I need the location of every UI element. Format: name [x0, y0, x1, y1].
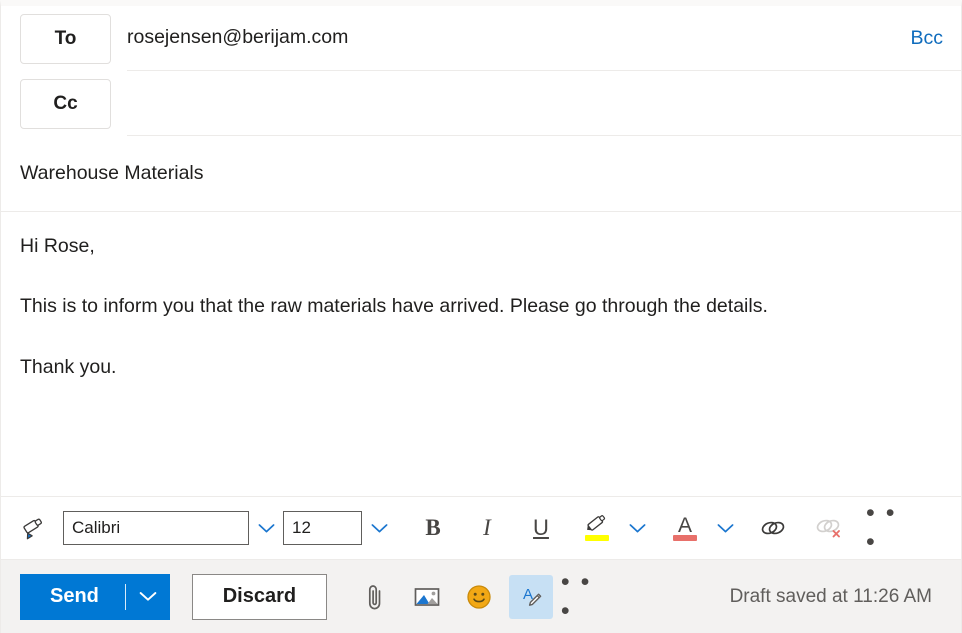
font-color-icon[interactable]: A: [662, 508, 708, 548]
font-color-chevron-down-icon[interactable]: [708, 511, 742, 545]
emoji-smiley-icon[interactable]: [457, 575, 501, 619]
action-bar: Send Discard A • • • Draft saved at 11:2…: [1, 559, 961, 633]
recipient-fields: To rosejensen@berijam.com Bcc Cc: [1, 6, 961, 136]
send-button-group: Send: [20, 573, 170, 620]
send-options-chevron-down-icon[interactable]: [126, 574, 170, 620]
compose-window: To rosejensen@berijam.com Bcc Cc Warehou…: [0, 0, 962, 633]
to-field-wrapper[interactable]: rosejensen@berijam.com Bcc: [127, 6, 961, 71]
highlight-icon[interactable]: [574, 508, 620, 548]
paperclip-icon[interactable]: [353, 575, 397, 619]
highlight-chevron-down-icon[interactable]: [620, 511, 654, 545]
cc-field-wrapper[interactable]: [127, 71, 961, 136]
body-paragraph: Thank you.: [20, 355, 117, 378]
highlight-color-swatch: [585, 535, 609, 541]
more-options-button[interactable]: • • •: [561, 568, 605, 625]
font-color-swatch: [673, 535, 697, 541]
insert-picture-icon[interactable]: [405, 575, 449, 619]
to-input[interactable]: rosejensen@berijam.com: [127, 26, 898, 49]
font-name-value: Calibri: [72, 518, 121, 537]
send-divider: [124, 583, 126, 610]
message-body[interactable]: Hi Rose, This is to inform you that the …: [1, 212, 961, 497]
remove-link-icon: [806, 508, 852, 548]
bcc-link[interactable]: Bcc: [898, 27, 943, 50]
font-name-chevron-down-icon[interactable]: [249, 511, 283, 545]
to-button[interactable]: To: [20, 13, 111, 64]
attachment-tools: A • • •: [353, 568, 605, 625]
body-paragraph: This is to inform you that the raw mater…: [20, 295, 768, 318]
formatting-toolbar: Calibri 12 B I U A • • •: [1, 497, 961, 559]
cc-row: Cc: [20, 71, 961, 136]
format-painter-icon[interactable]: [15, 509, 57, 547]
body-paragraph: Hi Rose,: [20, 235, 95, 257]
formatting-options-icon[interactable]: A: [508, 574, 553, 619]
font-color-glyph: A: [677, 513, 692, 537]
to-row: To rosejensen@berijam.com Bcc: [20, 6, 961, 71]
bold-button[interactable]: B: [410, 508, 456, 548]
subject-row[interactable]: Warehouse Materials: [1, 136, 961, 212]
italic-button[interactable]: I: [464, 508, 510, 548]
link-icon[interactable]: [750, 508, 796, 548]
more-formatting-options-button[interactable]: • • •: [866, 499, 912, 556]
draft-status: Draft saved at 11:26 AM: [729, 585, 932, 607]
underline-button[interactable]: U: [518, 508, 564, 548]
send-button[interactable]: Send: [20, 574, 125, 620]
cc-button[interactable]: Cc: [20, 78, 111, 129]
font-size-input[interactable]: 12: [283, 511, 362, 545]
font-size-value: 12: [292, 518, 311, 537]
font-name-input[interactable]: Calibri: [63, 511, 249, 545]
subject-input[interactable]: Warehouse Materials: [20, 162, 204, 185]
font-size-chevron-down-icon[interactable]: [362, 511, 396, 545]
discard-button[interactable]: Discard: [191, 573, 327, 620]
